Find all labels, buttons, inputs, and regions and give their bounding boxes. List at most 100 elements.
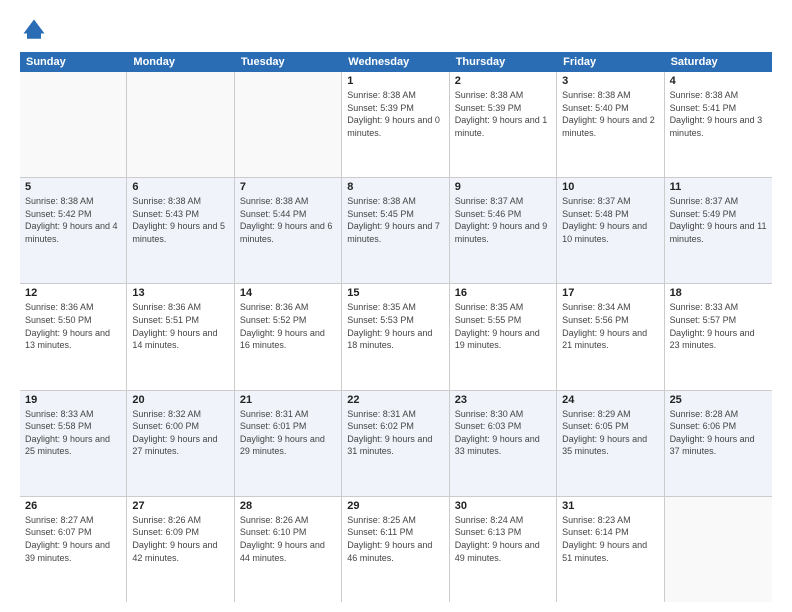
day-number: 20 bbox=[132, 394, 228, 406]
day-info: Sunrise: 8:33 AM Sunset: 5:57 PM Dayligh… bbox=[670, 301, 767, 351]
day-number: 17 bbox=[562, 287, 658, 299]
day-number: 1 bbox=[347, 75, 443, 87]
day-info: Sunrise: 8:25 AM Sunset: 6:11 PM Dayligh… bbox=[347, 514, 443, 564]
day-number: 15 bbox=[347, 287, 443, 299]
day-info: Sunrise: 8:38 AM Sunset: 5:45 PM Dayligh… bbox=[347, 195, 443, 245]
day-number: 30 bbox=[455, 500, 551, 512]
day-info: Sunrise: 8:36 AM Sunset: 5:51 PM Dayligh… bbox=[132, 301, 228, 351]
day-cell-9: 9 Sunrise: 8:37 AM Sunset: 5:46 PM Daylig… bbox=[450, 178, 557, 283]
day-cell-13: 13 Sunrise: 8:36 AM Sunset: 5:51 PM Dayli… bbox=[127, 284, 234, 389]
day-number: 29 bbox=[347, 500, 443, 512]
day-cell-1: 1 Sunrise: 8:38 AM Sunset: 5:39 PM Daylig… bbox=[342, 72, 449, 177]
day-info: Sunrise: 8:34 AM Sunset: 5:56 PM Dayligh… bbox=[562, 301, 658, 351]
page: SundayMondayTuesdayWednesdayThursdayFrid… bbox=[0, 0, 792, 612]
day-info: Sunrise: 8:33 AM Sunset: 5:58 PM Dayligh… bbox=[25, 408, 121, 458]
calendar-row-1: 1 Sunrise: 8:38 AM Sunset: 5:39 PM Daylig… bbox=[20, 72, 772, 178]
day-cell-17: 17 Sunrise: 8:34 AM Sunset: 5:56 PM Dayli… bbox=[557, 284, 664, 389]
logo-icon bbox=[20, 16, 48, 44]
day-info: Sunrise: 8:38 AM Sunset: 5:44 PM Dayligh… bbox=[240, 195, 336, 245]
day-info: Sunrise: 8:29 AM Sunset: 6:05 PM Dayligh… bbox=[562, 408, 658, 458]
day-info: Sunrise: 8:38 AM Sunset: 5:39 PM Dayligh… bbox=[347, 89, 443, 139]
day-cell-24: 24 Sunrise: 8:29 AM Sunset: 6:05 PM Dayli… bbox=[557, 391, 664, 496]
day-cell-2: 2Sunrise: 8:38 AM Sunset: 5:39 PM Daylig… bbox=[450, 72, 557, 177]
weekday-header-sunday: Sunday bbox=[20, 52, 127, 72]
day-info: Sunrise: 8:35 AM Sunset: 5:55 PM Dayligh… bbox=[455, 301, 551, 351]
day-number: 5 bbox=[25, 181, 121, 193]
day-number: 31 bbox=[562, 500, 658, 512]
day-info: Sunrise: 8:38 AM Sunset: 5:40 PM Dayligh… bbox=[562, 89, 658, 139]
day-number: 4 bbox=[670, 75, 767, 87]
day-number: 24 bbox=[562, 394, 658, 406]
day-number: 2 bbox=[455, 75, 551, 87]
day-number: 18 bbox=[670, 287, 767, 299]
day-info: Sunrise: 8:23 AM Sunset: 6:14 PM Dayligh… bbox=[562, 514, 658, 564]
calendar-row-3: 12 Sunrise: 8:36 AM Sunset: 5:50 PM Dayli… bbox=[20, 284, 772, 390]
day-info: Sunrise: 8:27 AM Sunset: 6:07 PM Dayligh… bbox=[25, 514, 121, 564]
day-cell-7: 7 Sunrise: 8:38 AM Sunset: 5:44 PM Daylig… bbox=[235, 178, 342, 283]
day-info: Sunrise: 8:24 AM Sunset: 6:13 PM Dayligh… bbox=[455, 514, 551, 564]
day-number: 25 bbox=[670, 394, 767, 406]
day-cell-5: 5Sunrise: 8:38 AM Sunset: 5:42 PM Daylig… bbox=[20, 178, 127, 283]
calendar-header: SundayMondayTuesdayWednesdayThursdayFrid… bbox=[20, 52, 772, 72]
day-cell-25: 25Sunrise: 8:28 AM Sunset: 6:06 PM Dayli… bbox=[665, 391, 772, 496]
day-info: Sunrise: 8:36 AM Sunset: 5:50 PM Dayligh… bbox=[25, 301, 121, 351]
weekday-header-thursday: Thursday bbox=[450, 52, 557, 72]
day-number: 11 bbox=[670, 181, 767, 193]
day-number: 22 bbox=[347, 394, 443, 406]
weekday-header-friday: Friday bbox=[557, 52, 664, 72]
day-number: 7 bbox=[240, 181, 336, 193]
calendar: SundayMondayTuesdayWednesdayThursdayFrid… bbox=[20, 52, 772, 602]
day-number: 21 bbox=[240, 394, 336, 406]
day-cell-22: 22Sunrise: 8:31 AM Sunset: 6:02 PM Dayli… bbox=[342, 391, 449, 496]
empty-cell bbox=[665, 497, 772, 602]
empty-cell bbox=[20, 72, 127, 177]
day-info: Sunrise: 8:35 AM Sunset: 5:53 PM Dayligh… bbox=[347, 301, 443, 351]
day-cell-18: 18 Sunrise: 8:33 AM Sunset: 5:57 PM Dayli… bbox=[665, 284, 772, 389]
day-number: 13 bbox=[132, 287, 228, 299]
day-number: 3 bbox=[562, 75, 658, 87]
day-number: 28 bbox=[240, 500, 336, 512]
day-number: 12 bbox=[25, 287, 121, 299]
day-info: Sunrise: 8:26 AM Sunset: 6:09 PM Dayligh… bbox=[132, 514, 228, 564]
day-info: Sunrise: 8:36 AM Sunset: 5:52 PM Dayligh… bbox=[240, 301, 336, 351]
day-info: Sunrise: 8:30 AM Sunset: 6:03 PM Dayligh… bbox=[455, 408, 551, 458]
weekday-header-wednesday: Wednesday bbox=[342, 52, 449, 72]
calendar-row-2: 5Sunrise: 8:38 AM Sunset: 5:42 PM Daylig… bbox=[20, 178, 772, 284]
day-cell-30: 30 Sunrise: 8:24 AM Sunset: 6:13 PM Dayli… bbox=[450, 497, 557, 602]
day-cell-20: 20 Sunrise: 8:32 AM Sunset: 6:00 PM Dayli… bbox=[127, 391, 234, 496]
empty-cell bbox=[127, 72, 234, 177]
day-number: 9 bbox=[455, 181, 551, 193]
weekday-header-saturday: Saturday bbox=[665, 52, 772, 72]
day-number: 19 bbox=[25, 394, 121, 406]
day-cell-12: 12 Sunrise: 8:36 AM Sunset: 5:50 PM Dayli… bbox=[20, 284, 127, 389]
day-cell-19: 19 Sunrise: 8:33 AM Sunset: 5:58 PM Dayli… bbox=[20, 391, 127, 496]
day-info: Sunrise: 8:37 AM Sunset: 5:49 PM Dayligh… bbox=[670, 195, 767, 245]
weekday-header-tuesday: Tuesday bbox=[235, 52, 342, 72]
day-info: Sunrise: 8:37 AM Sunset: 5:46 PM Dayligh… bbox=[455, 195, 551, 245]
logo bbox=[20, 16, 52, 44]
day-number: 8 bbox=[347, 181, 443, 193]
day-info: Sunrise: 8:32 AM Sunset: 6:00 PM Dayligh… bbox=[132, 408, 228, 458]
day-cell-26: 26 Sunrise: 8:27 AM Sunset: 6:07 PM Dayli… bbox=[20, 497, 127, 602]
day-cell-21: 21 Sunrise: 8:31 AM Sunset: 6:01 PM Dayli… bbox=[235, 391, 342, 496]
day-number: 16 bbox=[455, 287, 551, 299]
day-cell-14: 14 Sunrise: 8:36 AM Sunset: 5:52 PM Dayli… bbox=[235, 284, 342, 389]
calendar-row-4: 19 Sunrise: 8:33 AM Sunset: 5:58 PM Dayli… bbox=[20, 391, 772, 497]
day-number: 10 bbox=[562, 181, 658, 193]
header bbox=[20, 16, 772, 44]
day-cell-16: 16 Sunrise: 8:35 AM Sunset: 5:55 PM Dayli… bbox=[450, 284, 557, 389]
empty-cell bbox=[235, 72, 342, 177]
day-cell-11: 11 Sunrise: 8:37 AM Sunset: 5:49 PM Dayli… bbox=[665, 178, 772, 283]
weekday-header-monday: Monday bbox=[127, 52, 234, 72]
day-cell-8: 8 Sunrise: 8:38 AM Sunset: 5:45 PM Daylig… bbox=[342, 178, 449, 283]
day-cell-31: 31 Sunrise: 8:23 AM Sunset: 6:14 PM Dayli… bbox=[557, 497, 664, 602]
day-info: Sunrise: 8:37 AM Sunset: 5:48 PM Dayligh… bbox=[562, 195, 658, 245]
day-cell-6: 6Sunrise: 8:38 AM Sunset: 5:43 PM Daylig… bbox=[127, 178, 234, 283]
day-cell-3: 3 Sunrise: 8:38 AM Sunset: 5:40 PM Daylig… bbox=[557, 72, 664, 177]
calendar-row-5: 26 Sunrise: 8:27 AM Sunset: 6:07 PM Dayli… bbox=[20, 497, 772, 602]
day-number: 14 bbox=[240, 287, 336, 299]
day-number: 26 bbox=[25, 500, 121, 512]
calendar-body: 1 Sunrise: 8:38 AM Sunset: 5:39 PM Daylig… bbox=[20, 72, 772, 602]
day-info: Sunrise: 8:31 AM Sunset: 6:01 PM Dayligh… bbox=[240, 408, 336, 458]
day-cell-4: 4Sunrise: 8:38 AM Sunset: 5:41 PM Daylig… bbox=[665, 72, 772, 177]
